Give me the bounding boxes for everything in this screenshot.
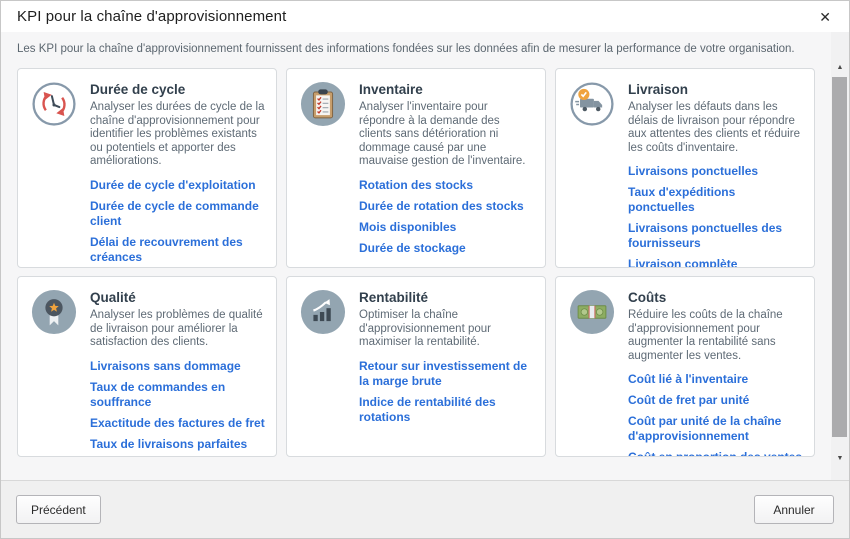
kpi-link[interactable]: Mois disponibles bbox=[359, 220, 535, 235]
card-links: Retour sur investissement de la marge br… bbox=[359, 359, 535, 425]
kpi-link[interactable]: Taux de commandes en souffrance bbox=[90, 380, 266, 410]
dialog-footer: Précédent Annuler bbox=[1, 480, 849, 538]
kpi-link[interactable]: Durée de rotation des stocks bbox=[359, 199, 535, 214]
card-description: Réduire les coûts de la chaîne d'approvi… bbox=[628, 309, 804, 363]
card-body: Durée de cycle Analyser les durées de cy… bbox=[90, 81, 266, 259]
card-description: Analyser les problèmes de qualité de liv… bbox=[90, 309, 266, 350]
costs-icon bbox=[569, 289, 615, 335]
kpi-link[interactable]: Indice de rentabilité des rotations bbox=[359, 395, 535, 425]
card-links: Durée de cycle d'exploitation Durée de c… bbox=[90, 178, 266, 268]
card-links: Livraisons sans dommage Taux de commande… bbox=[90, 359, 266, 452]
card-links: Coût lié à l'inventaire Coût de fret par… bbox=[628, 372, 804, 457]
kpi-link[interactable]: Rotation des stocks bbox=[359, 178, 535, 193]
dialog-content: Les KPI pour la chaîne d'approvisionneme… bbox=[1, 32, 849, 480]
kpi-link[interactable]: Livraisons sans dommage bbox=[90, 359, 266, 374]
kpi-card-profitability: Rentabilité Optimiser la chaîne d'approv… bbox=[286, 276, 546, 457]
cycle-time-icon bbox=[31, 81, 77, 127]
card-body: Rentabilité Optimiser la chaîne d'approv… bbox=[359, 289, 535, 448]
kpi-card-costs: Coûts Réduire les coûts de la chaîne d'a… bbox=[555, 276, 815, 457]
kpi-link[interactable]: Livraison complète bbox=[628, 257, 804, 268]
card-body: Livraison Analyser les défauts dans les … bbox=[628, 81, 804, 259]
scroll-up-icon[interactable]: ▲ bbox=[831, 59, 849, 76]
kpi-link[interactable]: Livraisons ponctuelles des fournisseurs bbox=[628, 221, 804, 251]
kpi-dialog: KPI pour la chaîne d'approvisionnement ✕… bbox=[0, 0, 850, 539]
quality-icon bbox=[31, 289, 77, 335]
kpi-link[interactable]: Livraisons ponctuelles bbox=[628, 164, 804, 179]
card-description: Optimiser la chaîne d'approvisionnement … bbox=[359, 309, 535, 350]
dialog-title: KPI pour la chaîne d'approvisionnement bbox=[17, 8, 286, 25]
kpi-card-cycle-time: Durée de cycle Analyser les durées de cy… bbox=[17, 68, 277, 268]
card-body: Coûts Réduire les coûts de la chaîne d'a… bbox=[628, 289, 804, 448]
card-title: Qualité bbox=[90, 290, 266, 305]
inventory-icon bbox=[300, 81, 346, 127]
scrollbar-thumb[interactable] bbox=[832, 77, 847, 437]
kpi-card-quality: Qualité Analyser les problèmes de qualit… bbox=[17, 276, 277, 457]
kpi-link[interactable]: Exactitude des factures de fret bbox=[90, 416, 266, 431]
close-icon[interactable]: ✕ bbox=[813, 8, 837, 26]
scroll-down-icon[interactable]: ▼ bbox=[831, 450, 849, 467]
kpi-link[interactable]: Durée de cycle de commande client bbox=[90, 199, 266, 229]
kpi-link[interactable]: Durée de cycle d'exploitation bbox=[90, 178, 266, 193]
dialog-subtitle: Les KPI pour la chaîne d'approvisionneme… bbox=[17, 43, 815, 55]
card-links: Rotation des stocks Durée de rotation de… bbox=[359, 178, 535, 256]
content-inner: Les KPI pour la chaîne d'approvisionneme… bbox=[1, 32, 831, 480]
profitability-icon bbox=[300, 289, 346, 335]
kpi-link[interactable]: Retour sur investissement de la marge br… bbox=[359, 359, 535, 389]
card-title: Coûts bbox=[628, 290, 804, 305]
kpi-card-inventory: Inventaire Analyser l'inventaire pour ré… bbox=[286, 68, 546, 268]
kpi-link[interactable]: Coût par unité de la chaîne d'approvisio… bbox=[628, 414, 804, 444]
kpi-link[interactable]: Délai de recouvrement des créances bbox=[90, 235, 266, 265]
cancel-button[interactable]: Annuler bbox=[754, 495, 834, 524]
card-description: Analyser les durées de cycle de la chaîn… bbox=[90, 101, 266, 169]
kpi-link[interactable]: Coût en proportion des ventes bbox=[628, 450, 804, 457]
vertical-scrollbar[interactable]: ▲ ▼ bbox=[831, 32, 849, 480]
kpi-link[interactable]: Taux d'expéditions ponctuelles bbox=[628, 185, 804, 215]
kpi-link[interactable]: Durée de stockage bbox=[359, 241, 535, 256]
card-title: Rentabilité bbox=[359, 290, 535, 305]
delivery-icon bbox=[569, 81, 615, 127]
dialog-header: KPI pour la chaîne d'approvisionnement ✕ bbox=[1, 1, 849, 32]
previous-button[interactable]: Précédent bbox=[16, 495, 101, 524]
card-body: Inventaire Analyser l'inventaire pour ré… bbox=[359, 81, 535, 259]
card-links: Livraisons ponctuelles Taux d'expédition… bbox=[628, 164, 804, 268]
card-body: Qualité Analyser les problèmes de qualit… bbox=[90, 289, 266, 448]
kpi-card-delivery: Livraison Analyser les défauts dans les … bbox=[555, 68, 815, 268]
card-title: Inventaire bbox=[359, 82, 535, 97]
kpi-card-grid: Durée de cycle Analyser les durées de cy… bbox=[17, 68, 815, 457]
card-title: Livraison bbox=[628, 82, 804, 97]
kpi-link[interactable]: Coût de fret par unité bbox=[628, 393, 804, 408]
kpi-link[interactable]: Taux de livraisons parfaites bbox=[90, 437, 266, 452]
card-description: Analyser les défauts dans les délais de … bbox=[628, 101, 804, 155]
card-title: Durée de cycle bbox=[90, 82, 266, 97]
kpi-link[interactable]: Coût lié à l'inventaire bbox=[628, 372, 804, 387]
card-description: Analyser l'inventaire pour répondre à la… bbox=[359, 101, 535, 169]
